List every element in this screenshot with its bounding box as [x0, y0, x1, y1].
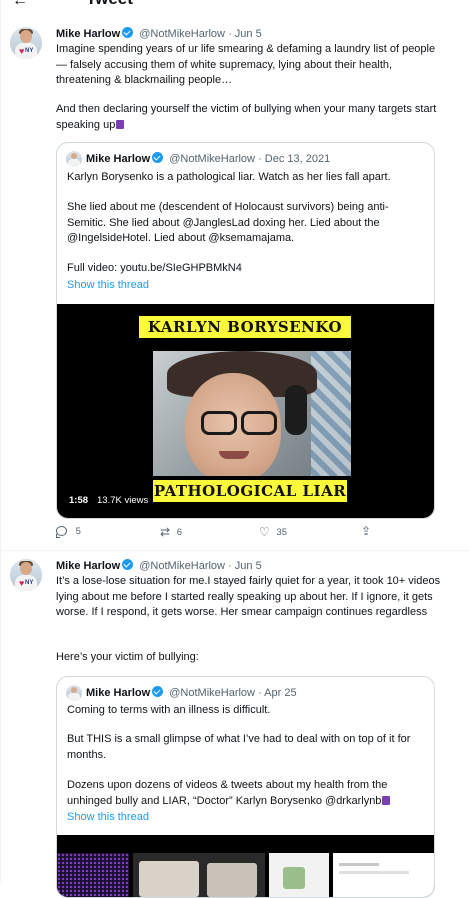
quoted-text-1: Coming to terms with an illness is diffi…	[67, 704, 271, 716]
thread-spool-icon	[382, 795, 391, 805]
quoted-text-3: Full video: youtu.be/SIeGHPBMkN4	[67, 262, 242, 274]
tweet-text-paragraph-1: Imagine spending years of ur life smeari…	[56, 43, 436, 86]
avatar[interactable]: ♥ NY	[10, 27, 42, 59]
like-count: 35	[276, 526, 287, 538]
share-icon: ⇪	[361, 524, 372, 538]
tweet-header: Mike Harlow @NotMikeHarlow · Jun 5	[56, 559, 262, 573]
reply-icon	[56, 526, 67, 539]
quoted-text-2: But THIS is a small glimpse of what I’ve…	[67, 733, 411, 761]
show-thread-link[interactable]: Show this thread	[67, 279, 149, 291]
video-views: 13.7K views	[97, 495, 149, 506]
quoted-text-2: She lied about me (descendent of Holocau…	[67, 201, 389, 244]
author-handle[interactable]: @NotMikeHarlow	[139, 560, 225, 572]
retweet-count: 6	[176, 526, 182, 538]
video-banner-top: KARLYN BORYSENKO	[139, 316, 351, 338]
video-banner-bottom: PATHOLOGICAL LIAR	[153, 480, 347, 502]
page-title: Tweet	[86, 0, 133, 8]
quoted-header: Mike Harlow @NotMikeHarlow · Apr 25	[86, 686, 297, 700]
quoted-avatar	[66, 685, 82, 701]
quoted-date: · Apr 25	[258, 687, 297, 699]
quoted-text-1: Karlyn Borysenko is a pathological liar.…	[67, 171, 391, 183]
tweet-date[interactable]: · Jun 5	[228, 28, 262, 40]
verified-badge-icon	[152, 686, 164, 697]
like-button[interactable]: ♡ 35	[259, 525, 287, 539]
quoted-author-handle: @NotMikeHarlow	[169, 687, 255, 699]
show-thread-link[interactable]: Show this thread	[67, 811, 149, 823]
author-name[interactable]: Mike Harlow	[56, 560, 120, 572]
reply-button[interactable]: 5	[56, 526, 81, 539]
tweet-text-paragraph-2: And then declaring yourself the victim o…	[56, 103, 437, 131]
heart-icon: ♡	[259, 525, 270, 539]
tweet-text: It’s a lose-lose situation for me.I stay…	[56, 575, 441, 618]
quoted-date: · Dec 13, 2021	[258, 153, 331, 165]
quoted-author-name: Mike Harlow	[86, 153, 151, 165]
tweet-text: Imagine spending years of ur life smeari…	[56, 42, 446, 89]
media-preview[interactable]	[57, 835, 434, 897]
thread-spool-icon	[116, 119, 125, 129]
quoted-author-name: Mike Harlow	[86, 687, 151, 699]
quoted-avatar	[66, 151, 82, 167]
quoted-tweet[interactable]: Mike Harlow @NotMikeHarlow · Apr 25 Comi…	[56, 676, 435, 898]
verified-badge-icon	[152, 152, 164, 163]
quoted-tweet[interactable]: Mike Harlow @NotMikeHarlow · Dec 13, 202…	[56, 142, 435, 519]
verified-badge-icon	[122, 559, 134, 570]
video-frame	[153, 351, 351, 476]
media-thumb-4	[333, 853, 434, 897]
tweet-text-2: Here’s your victim of bullying:	[56, 651, 199, 663]
retweet-button[interactable]: ⇄ 6	[160, 525, 182, 539]
tweet-text-2: And then declaring yourself the victim o…	[56, 102, 451, 133]
video-duration: 1:58	[69, 495, 89, 506]
tweet-date[interactable]: · Jun 5	[228, 560, 262, 572]
top-header: ← Tweet	[0, 0, 469, 8]
quoted-author-handle: @NotMikeHarlow	[169, 153, 255, 165]
tweet-header: Mike Harlow @NotMikeHarlow · Jun 5	[56, 27, 262, 41]
arrow-left-icon[interactable]: ←	[12, 0, 28, 8]
quoted-text-3-span: Dozens upon dozens of videos & tweets ab…	[67, 779, 388, 807]
timeline-border	[0, 0, 1, 882]
share-button[interactable]: ⇪	[361, 524, 371, 538]
quoted-header: Mike Harlow @NotMikeHarlow · Dec 13, 202…	[86, 152, 330, 166]
video-player[interactable]: KARLYN BORYSENKO PATHOLOGICAL LIAR 1:58 …	[57, 304, 434, 518]
media-thumb-3	[269, 853, 329, 897]
reply-count: 5	[75, 526, 81, 537]
retweet-icon: ⇄	[160, 525, 171, 539]
verified-badge-icon	[122, 27, 134, 38]
avatar[interactable]: ♥ NY	[10, 559, 42, 591]
media-thumb-2	[133, 853, 265, 897]
tweet-actions: 5 ⇄ 6 ♡ 35 ⇪	[56, 524, 436, 542]
tweet-divider	[0, 550, 469, 551]
author-handle[interactable]: @NotMikeHarlow	[139, 28, 225, 40]
media-thumb-1	[57, 853, 129, 897]
quoted-text-3: Dozens upon dozens of videos & tweets ab…	[67, 778, 429, 809]
author-name[interactable]: Mike Harlow	[56, 28, 120, 40]
